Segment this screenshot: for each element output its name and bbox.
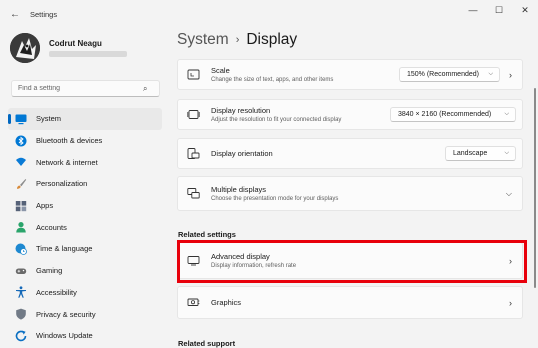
multiple-displays-title: Multiple displays xyxy=(211,185,267,194)
resolution-title: Display resolution xyxy=(211,106,271,115)
page-title: Display xyxy=(246,31,298,48)
related-support-heading: Related support xyxy=(178,339,236,348)
search-box[interactable]: ⌕ xyxy=(11,80,160,97)
sidebar-item-privacy-security[interactable]: Privacy & security xyxy=(8,303,162,325)
wifi-icon xyxy=(15,156,27,168)
sidebar-item-label: Network & internet xyxy=(36,157,98,167)
scale-dropdown-value: 150% (Recommended) xyxy=(407,71,479,78)
related-settings-heading: Related settings xyxy=(178,230,236,239)
scale-icon xyxy=(186,68,200,82)
sidebar-item-bluetooth[interactable]: Bluetooth & devices xyxy=(8,130,162,152)
user-email-redacted xyxy=(49,51,127,57)
advanced-display-title: Advanced display xyxy=(211,252,270,261)
sidebar-item-network[interactable]: Network & internet xyxy=(8,151,162,173)
multiple-displays-icon xyxy=(186,187,200,201)
chevron-right-icon: › xyxy=(509,69,512,80)
user-name: Codrut Neagu xyxy=(49,39,102,48)
resolution-dropdown-value: 3840 × 2160 (Recommended) xyxy=(398,111,492,118)
close-button[interactable]: ✕ xyxy=(512,0,538,20)
resolution-icon xyxy=(186,108,200,122)
graphics-title: Graphics xyxy=(211,298,242,307)
chevron-down-icon: ⌵ xyxy=(504,150,509,156)
user-profile[interactable]: Codrut Neagu xyxy=(10,33,127,63)
sidebar-item-label: Bluetooth & devices xyxy=(36,136,103,146)
back-arrow-icon[interactable]: ← xyxy=(7,6,23,22)
sidebar-item-windows-update[interactable]: Windows Update xyxy=(8,325,162,347)
main-content: System › Display Scale Change the size o… xyxy=(168,28,538,348)
update-icon xyxy=(15,330,27,342)
maximize-button[interactable]: ☐ xyxy=(486,0,512,20)
orientation-title: Display orientation xyxy=(211,149,273,158)
search-icon[interactable]: ⌕ xyxy=(143,84,147,94)
breadcrumb: System › Display xyxy=(177,31,297,49)
sidebar-item-label: Apps xyxy=(36,201,54,211)
display-orientation-card: Display orientation Landscape ⌵ xyxy=(177,138,523,169)
chevron-down-icon: ⌵ xyxy=(505,188,512,198)
advanced-display-card[interactable]: Advanced display Display information, re… xyxy=(177,242,523,279)
accessibility-icon xyxy=(15,286,27,299)
sidebar-item-label: Accounts xyxy=(36,222,67,232)
person-icon xyxy=(15,221,27,233)
display-resolution-card: Display resolution Adjust the resolution… xyxy=(177,99,523,130)
multiple-displays-subtitle: Choose the presentation mode for your di… xyxy=(211,196,339,202)
sidebar-item-label: Time & language xyxy=(36,244,93,254)
sidebar: Codrut Neagu ⌕ System Bluetooth & device… xyxy=(0,28,168,345)
breadcrumb-parent[interactable]: System xyxy=(177,31,229,49)
resolution-dropdown[interactable]: 3840 × 2160 (Recommended) ⌵ xyxy=(390,107,516,122)
monitor-icon xyxy=(15,113,27,125)
sidebar-item-apps[interactable]: Apps xyxy=(8,195,162,217)
breadcrumb-separator: › xyxy=(235,34,240,46)
monitor-icon xyxy=(186,254,200,268)
advanced-display-subtitle: Display information, refresh rate xyxy=(211,263,297,269)
apps-icon xyxy=(15,200,27,212)
app-title: Settings xyxy=(30,9,58,19)
chevron-right-icon: › xyxy=(509,297,512,308)
scale-dropdown[interactable]: 150% (Recommended) ⌵ xyxy=(399,67,500,82)
resolution-subtitle: Adjust the resolution to fit your connec… xyxy=(211,117,342,123)
gamepad-icon xyxy=(15,265,27,277)
sidebar-item-system[interactable]: System xyxy=(8,108,162,130)
graphics-card[interactable]: Graphics › xyxy=(177,286,523,319)
sidebar-item-accessibility[interactable]: Accessibility xyxy=(8,282,162,304)
chevron-down-icon: ⌵ xyxy=(488,71,493,77)
orientation-dropdown[interactable]: Landscape ⌵ xyxy=(445,146,516,161)
scale-subtitle: Change the size of text, apps, and other… xyxy=(211,77,334,83)
sidebar-item-label: Accessibility xyxy=(36,287,77,297)
globe-clock-icon xyxy=(15,243,27,255)
avatar xyxy=(10,33,40,63)
graphics-icon xyxy=(186,296,200,310)
minimize-button[interactable]: — xyxy=(460,0,486,20)
orientation-dropdown-value: Landscape xyxy=(453,150,488,157)
scale-title: Scale xyxy=(211,66,230,75)
chevron-right-icon: › xyxy=(509,255,512,266)
sidebar-item-label: Windows Update xyxy=(36,331,93,341)
sidebar-item-accounts[interactable]: Accounts xyxy=(8,216,162,238)
sidebar-nav: System Bluetooth & devices Network & int… xyxy=(8,108,162,347)
shield-icon xyxy=(15,308,27,320)
sidebar-item-label: Privacy & security xyxy=(36,309,96,319)
sidebar-item-personalization[interactable]: Personalization xyxy=(8,173,162,195)
orientation-icon xyxy=(186,147,200,161)
multiple-displays-card[interactable]: Multiple displays Choose the presentatio… xyxy=(177,176,523,211)
bluetooth-icon xyxy=(15,135,27,147)
sidebar-item-label: Personalization xyxy=(36,179,88,189)
search-input[interactable] xyxy=(18,85,143,92)
window-controls: — ☐ ✕ xyxy=(460,0,538,20)
scrollbar[interactable] xyxy=(534,88,536,288)
sidebar-item-time-language[interactable]: Time & language xyxy=(8,238,162,260)
sidebar-item-gaming[interactable]: Gaming xyxy=(8,260,162,282)
sidebar-item-label: System xyxy=(36,114,62,124)
brush-icon xyxy=(15,178,27,190)
sidebar-item-label: Gaming xyxy=(36,266,63,276)
title-bar: ← Settings — ☐ ✕ xyxy=(0,0,538,28)
chevron-down-icon: ⌵ xyxy=(504,111,509,117)
scale-setting-card[interactable]: Scale Change the size of text, apps, and… xyxy=(177,59,523,90)
